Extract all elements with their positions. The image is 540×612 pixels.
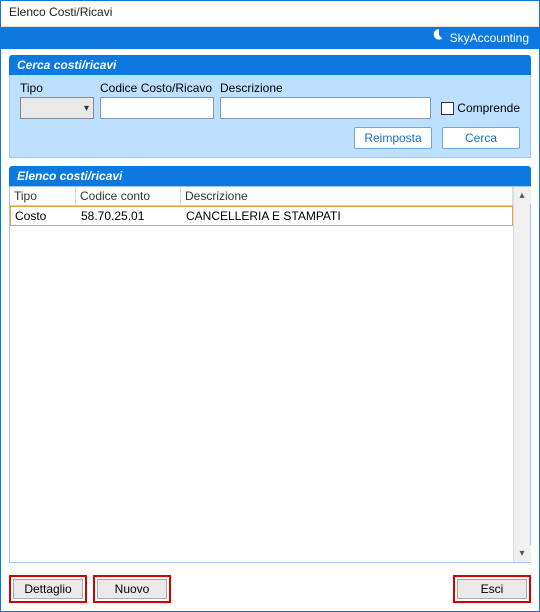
chevron-down-icon: ▾ bbox=[84, 103, 89, 114]
label-descrizione: Descrizione bbox=[220, 81, 520, 95]
list-section-header: Elenco costi/ricavi bbox=[9, 166, 531, 186]
search-button[interactable]: Cerca bbox=[442, 127, 520, 149]
search-section-header: Cerca costi/ricavi bbox=[9, 55, 531, 75]
dettaglio-highlight: Dettaglio bbox=[9, 575, 87, 603]
esci-highlight: Esci bbox=[453, 575, 531, 603]
reset-button[interactable]: Reimposta bbox=[354, 127, 432, 149]
scroll-up-icon[interactable]: ▴ bbox=[514, 187, 531, 204]
list-container: Tipo Codice conto Descrizione Costo 58.7… bbox=[9, 186, 531, 563]
codice-input[interactable] bbox=[100, 97, 214, 119]
col-header-codice[interactable]: Codice conto bbox=[76, 187, 181, 205]
brand-name: SkyAccounting bbox=[450, 27, 529, 49]
cell-descrizione: CANCELLERIA E STAMPATI bbox=[182, 207, 512, 225]
vertical-scrollbar[interactable]: ▴ ▾ bbox=[513, 187, 530, 562]
search-panel: Tipo Codice Costo/Ricavo Descrizione ▾ C… bbox=[9, 75, 531, 158]
nuovo-highlight: Nuovo bbox=[93, 575, 171, 603]
brand-bar: SkyAccounting bbox=[1, 27, 539, 49]
cell-codice: 58.70.25.01 bbox=[77, 207, 182, 225]
brand-logo-icon bbox=[432, 27, 446, 49]
dettaglio-button[interactable]: Dettaglio bbox=[13, 579, 83, 599]
window-title: Elenco Costi/Ricavi bbox=[9, 5, 112, 19]
footer-bar: Dettaglio Nuovo Esci bbox=[1, 569, 539, 611]
tipo-dropdown[interactable]: ▾ bbox=[20, 97, 94, 119]
descrizione-input[interactable] bbox=[220, 97, 431, 119]
comprende-label: Comprende bbox=[457, 101, 520, 115]
label-tipo: Tipo bbox=[20, 81, 100, 95]
cell-tipo: Costo bbox=[11, 207, 77, 225]
label-codice: Codice Costo/Ricavo bbox=[100, 81, 220, 95]
esci-button[interactable]: Esci bbox=[457, 579, 527, 599]
col-header-tipo[interactable]: Tipo bbox=[10, 187, 76, 205]
comprende-checkbox[interactable] bbox=[441, 102, 454, 115]
column-headers: Tipo Codice conto Descrizione bbox=[10, 187, 513, 206]
col-header-descrizione[interactable]: Descrizione bbox=[181, 187, 513, 205]
scroll-down-icon[interactable]: ▾ bbox=[514, 545, 531, 562]
window-titlebar: Elenco Costi/Ricavi bbox=[1, 1, 539, 27]
nuovo-button[interactable]: Nuovo bbox=[97, 579, 167, 599]
table-row[interactable]: Costo 58.70.25.01 CANCELLERIA E STAMPATI bbox=[10, 206, 513, 226]
